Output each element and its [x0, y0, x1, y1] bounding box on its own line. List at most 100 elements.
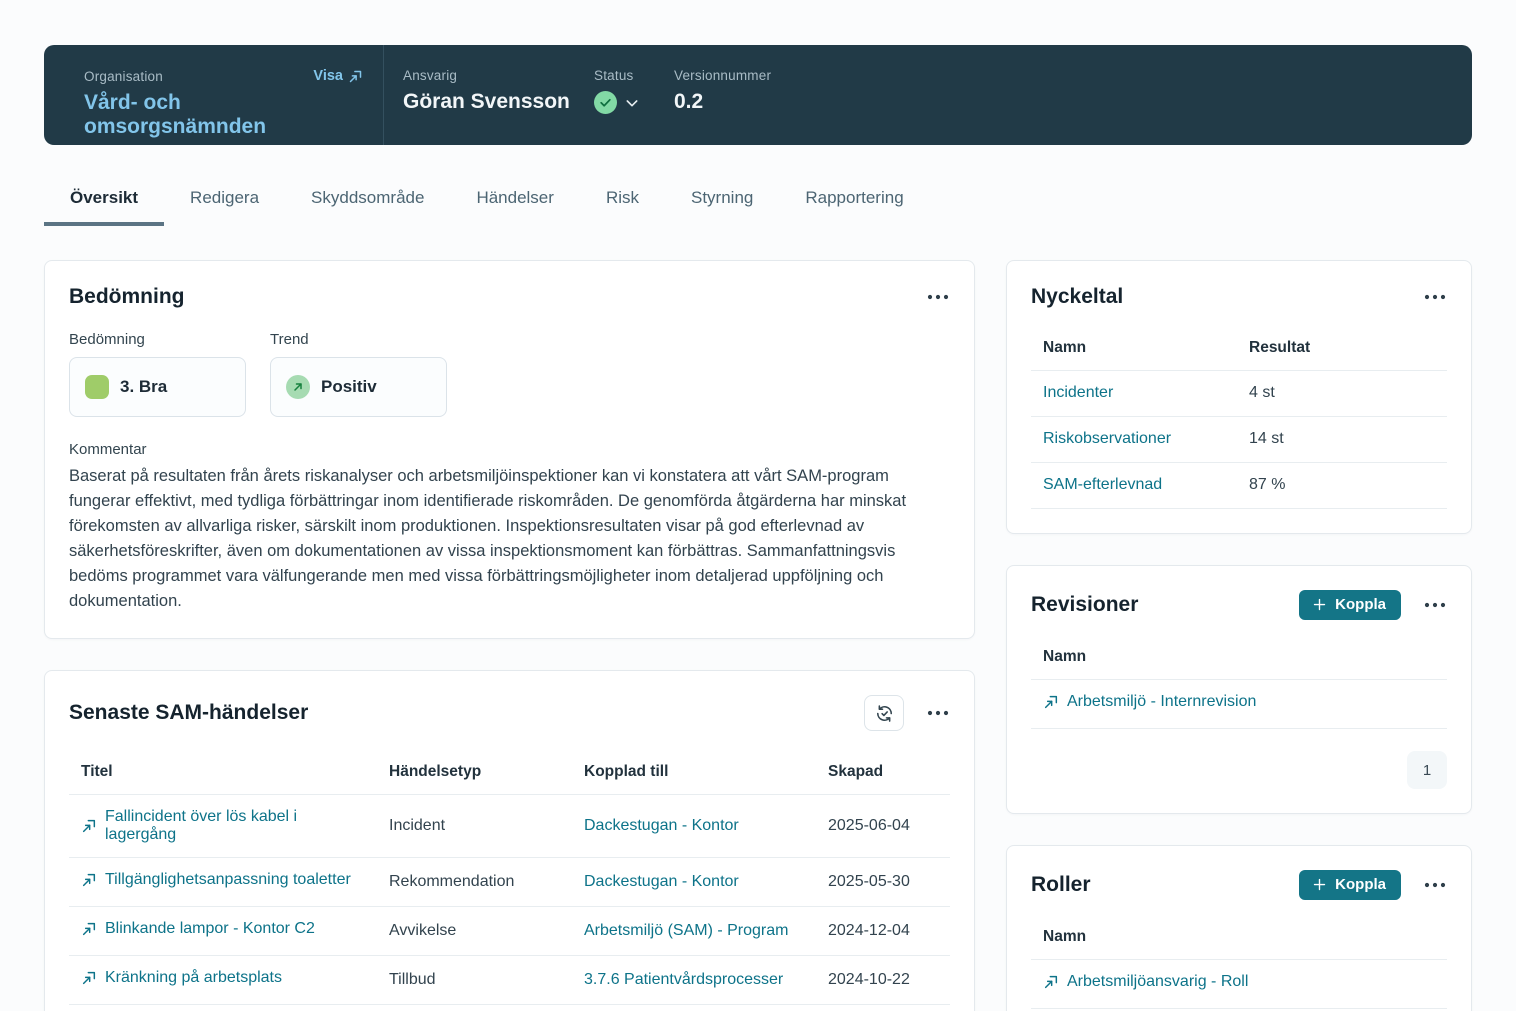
plus-icon: [1312, 597, 1327, 612]
event-title-link[interactable]: Fallincident över lös kabel i lagergång: [81, 808, 365, 844]
table-row: Kränkning på arbetsplats Tillbud 3.7.6 P…: [69, 956, 950, 1005]
bedomning-field: Bedömning 3. Bra: [69, 331, 246, 417]
trend-field: Trend Positiv: [270, 331, 447, 417]
ansvarig-value: Göran Svensson: [403, 90, 579, 114]
visa-link[interactable]: Visa: [313, 68, 363, 84]
event-type-cell: Incident: [377, 795, 572, 858]
role-link[interactable]: Arbetsmiljöansvarig - Roll: [1043, 973, 1248, 991]
tab-handelser[interactable]: Händelser: [450, 175, 580, 226]
table-row: Blinkande lampor - Kontor C2 Avvikelse A…: [69, 907, 950, 956]
bedomning-value: 3. Bra: [120, 377, 167, 397]
event-title-link[interactable]: Tillgänglighetsanpassning toaletter: [81, 871, 351, 889]
kpi-link[interactable]: Incidenter: [1043, 384, 1113, 402]
bedomning-card-title: Bedömning: [69, 285, 185, 309]
table-row: Incidenter 4 st: [1031, 371, 1447, 417]
event-title-link[interactable]: Kränkning på arbetsplats: [81, 969, 282, 987]
sync-check-icon: [875, 704, 894, 723]
sam-handelser-card-title: Senaste SAM-händelser: [69, 701, 308, 725]
kpi-result-cell: 87 %: [1237, 463, 1447, 509]
roller-overflow-menu-button[interactable]: [1423, 881, 1447, 889]
table-row: Sopor på golvet Rekommendation Alfahuset…: [69, 1005, 950, 1011]
created-date-cell: 2025-05-30: [816, 858, 950, 907]
organisation-value[interactable]: Vård- och omsorgsnämnden: [84, 91, 363, 139]
table-row: Fallincident över lös kabel i lagergång …: [69, 795, 950, 858]
sam-handelser-overflow-menu-button[interactable]: [926, 709, 950, 717]
kommentar-label: Kommentar: [69, 441, 950, 458]
revisioner-card: Revisioner Koppla Namn Arb: [1006, 565, 1472, 814]
status-label: Status: [594, 68, 652, 83]
assessment-color-chip: [85, 375, 109, 399]
ellipsis-icon: [926, 709, 950, 717]
visa-link-label: Visa: [313, 68, 343, 84]
external-link-icon: [81, 872, 97, 888]
linked-to-link[interactable]: Dackestugan - Kontor: [584, 817, 739, 835]
tab-skyddsomrade[interactable]: Skyddsområde: [285, 175, 450, 226]
bedomning-overflow-menu-button[interactable]: [926, 293, 950, 301]
external-link-icon: [81, 921, 97, 937]
column-header-skapad: Skapad: [816, 755, 950, 795]
kpi-link[interactable]: SAM-efterlevnad: [1043, 476, 1162, 494]
event-title-link[interactable]: Blinkande lampor - Kontor C2: [81, 920, 315, 938]
nyckeltal-overflow-menu-button[interactable]: [1423, 293, 1447, 301]
nyckeltal-card-title: Nyckeltal: [1031, 285, 1123, 309]
external-link-icon: [1043, 974, 1059, 990]
tab-oversikt[interactable]: Översikt: [44, 175, 164, 226]
sam-handelser-card: Senaste SAM-händelser Titel Händelsetyp: [44, 670, 975, 1011]
column-header-namn: Namn: [1031, 920, 1447, 960]
kpi-result-cell: 14 st: [1237, 417, 1447, 463]
column-header-namn: Namn: [1031, 640, 1447, 680]
revisioner-overflow-menu-button[interactable]: [1423, 601, 1447, 609]
kpi-table: Namn Resultat Incidenter 4 st Riskobserv…: [1031, 331, 1447, 509]
tab-bar: Översikt Redigera Skyddsområde Händelser…: [44, 175, 1472, 226]
external-link-icon: [348, 69, 363, 84]
ansvarig-label: Ansvarig: [403, 68, 579, 83]
tab-redigera[interactable]: Redigera: [164, 175, 285, 226]
table-row: SAM-efterlevnad 87 %: [1031, 463, 1447, 509]
linked-to-link[interactable]: 3.7.6 Patientvårdsprocesser: [584, 971, 783, 989]
event-type-cell: Tillbud: [377, 956, 572, 1005]
roller-card: Roller Koppla Namn Arbetsm: [1006, 845, 1472, 1011]
revision-link[interactable]: Arbetsmiljö - Internrevision: [1043, 693, 1256, 711]
app-header: Organisation Visa Vård- och omsorgsnämnd…: [44, 45, 1472, 145]
status-dropdown[interactable]: [594, 91, 652, 114]
created-date-cell: 2024-12-04: [816, 907, 950, 956]
right-column: Nyckeltal Namn Resultat Incidenter 4 st: [1006, 260, 1472, 1011]
table-row: Tillgänglighetsanpassning toaletter Reko…: [69, 858, 950, 907]
table-row: Riskobservationer 14 st: [1031, 417, 1447, 463]
organisation-label: Organisation: [84, 69, 163, 84]
tab-styrning[interactable]: Styrning: [665, 175, 779, 226]
tab-risk[interactable]: Risk: [580, 175, 665, 226]
event-type-cell: Avvikelse: [377, 907, 572, 956]
table-row: Arbetsmiljö - Internrevision: [1031, 680, 1447, 729]
kommentar-text: Baserat på resultaten från årets riskana…: [69, 464, 949, 614]
trend-up-icon: [286, 375, 310, 399]
pagination-page-1[interactable]: 1: [1407, 751, 1447, 789]
event-type-cell: Rekommendation: [377, 1005, 572, 1011]
table-row: Arbetsmiljöansvarig - Roll: [1031, 960, 1447, 1009]
bedomning-field-label: Bedömning: [69, 331, 246, 348]
tab-rapportering[interactable]: Rapportering: [779, 175, 929, 226]
external-link-icon: [1043, 694, 1059, 710]
external-link-icon: [81, 818, 97, 834]
refresh-button[interactable]: [864, 695, 904, 731]
nyckeltal-card: Nyckeltal Namn Resultat Incidenter 4 st: [1006, 260, 1472, 534]
kpi-result-cell: 4 st: [1237, 371, 1447, 417]
external-link-icon: [81, 970, 97, 986]
trend-field-label: Trend: [270, 331, 447, 348]
ellipsis-icon: [1423, 601, 1447, 609]
status-check-icon: [594, 91, 617, 114]
created-date-cell: 2024-10-10: [816, 1005, 950, 1011]
linked-to-link[interactable]: Arbetsmiljö (SAM) - Program: [584, 922, 788, 940]
created-date-cell: 2025-06-04: [816, 795, 950, 858]
column-header-handelsetyp: Händelsetyp: [377, 755, 572, 795]
koppla-button[interactable]: Koppla: [1299, 590, 1401, 620]
kpi-link[interactable]: Riskobservationer: [1043, 430, 1171, 448]
version-label: Versionnummer: [674, 68, 771, 83]
roller-card-title: Roller: [1031, 873, 1091, 897]
left-column: Bedömning Bedömning 3. Bra Trend: [44, 260, 975, 1011]
organisation-section: Organisation Visa Vård- och omsorgsnämnd…: [44, 45, 384, 145]
main-content: Bedömning Bedömning 3. Bra Trend: [44, 260, 1472, 1011]
linked-to-link[interactable]: Dackestugan - Kontor: [584, 873, 739, 891]
koppla-button[interactable]: Koppla: [1299, 870, 1401, 900]
column-header-kopplad-till: Kopplad till: [572, 755, 816, 795]
